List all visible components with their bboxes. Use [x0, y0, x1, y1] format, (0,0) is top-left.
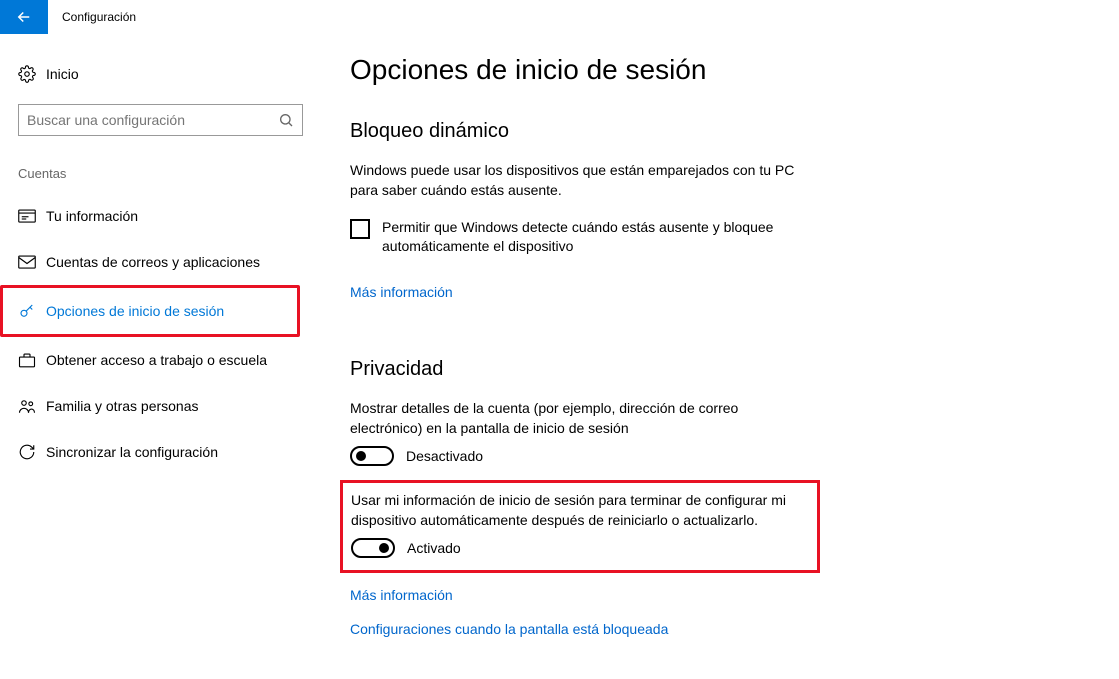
search-icon — [278, 112, 294, 128]
page-title: Opciones de inicio de sesión — [350, 54, 880, 86]
privacy-opt2-toggle[interactable] — [351, 538, 395, 558]
search-input[interactable] — [27, 112, 278, 128]
section-privacy-title: Privacidad — [350, 358, 880, 381]
lockscreen-settings-link[interactable]: Configuraciones cuando la pantalla está … — [350, 621, 880, 637]
sidebar-home[interactable]: Inicio — [18, 54, 320, 94]
sidebar-item-email-accounts[interactable]: Cuentas de correos y aplicaciones — [18, 239, 320, 285]
people-icon — [18, 398, 46, 414]
key-icon — [18, 302, 46, 320]
dynamic-lock-checkbox-row: Permitir que Windows detecte cuándo está… — [350, 218, 810, 256]
briefcase-icon — [18, 352, 46, 368]
sidebar-home-label: Inicio — [46, 66, 79, 82]
sidebar-section-label: Cuentas — [18, 166, 320, 181]
titlebar: Configuración — [0, 0, 1119, 34]
sidebar-item-label: Tu información — [46, 208, 138, 224]
sidebar-item-label: Opciones de inicio de sesión — [46, 303, 224, 319]
sync-icon — [18, 443, 46, 461]
arrow-left-icon — [15, 8, 33, 26]
dynamic-lock-description: Windows puede usar los dispositivos que … — [350, 161, 810, 200]
dynamic-lock-checkbox[interactable] — [350, 219, 370, 239]
privacy-opt2-state: Activado — [407, 540, 461, 556]
main-content: Opciones de inicio de sesión Bloqueo din… — [320, 54, 920, 655]
privacy-opt1-toggle[interactable] — [350, 446, 394, 466]
sidebar-item-label: Cuentas de correos y aplicaciones — [46, 254, 260, 270]
sidebar-item-label: Obtener acceso a trabajo o escuela — [46, 352, 267, 368]
back-button[interactable] — [0, 0, 48, 34]
sidebar-item-family[interactable]: Familia y otras personas — [18, 383, 320, 429]
sidebar-item-signin-options[interactable]: Opciones de inicio de sesión — [18, 288, 297, 334]
privacy-opt1-state: Desactivado — [406, 448, 483, 464]
privacy-more-link[interactable]: Más información — [350, 587, 880, 603]
search-box[interactable] — [18, 104, 303, 136]
sidebar-item-sync[interactable]: Sincronizar la configuración — [18, 429, 320, 475]
mail-icon — [18, 255, 46, 269]
sidebar: Inicio Cuentas Tu información Cuentas de… — [0, 54, 320, 655]
section-dynamic-lock-title: Bloqueo dinámico — [350, 120, 880, 143]
window-title: Configuración — [48, 10, 136, 24]
sidebar-item-label: Familia y otras personas — [46, 398, 199, 414]
dynamic-lock-more-link[interactable]: Más información — [350, 284, 880, 300]
sidebar-item-work-school[interactable]: Obtener acceso a trabajo o escuela — [18, 337, 320, 383]
sidebar-item-your-info[interactable]: Tu información — [18, 193, 320, 239]
dynamic-lock-checkbox-label: Permitir que Windows detecte cuándo está… — [382, 218, 810, 256]
sidebar-item-label: Sincronizar la configuración — [46, 444, 218, 460]
gear-icon — [18, 65, 46, 83]
id-card-icon — [18, 209, 46, 223]
privacy-opt2-description: Usar mi información de inicio de sesión … — [351, 491, 791, 530]
privacy-opt1-description: Mostrar detalles de la cuenta (por ejemp… — [350, 399, 810, 438]
